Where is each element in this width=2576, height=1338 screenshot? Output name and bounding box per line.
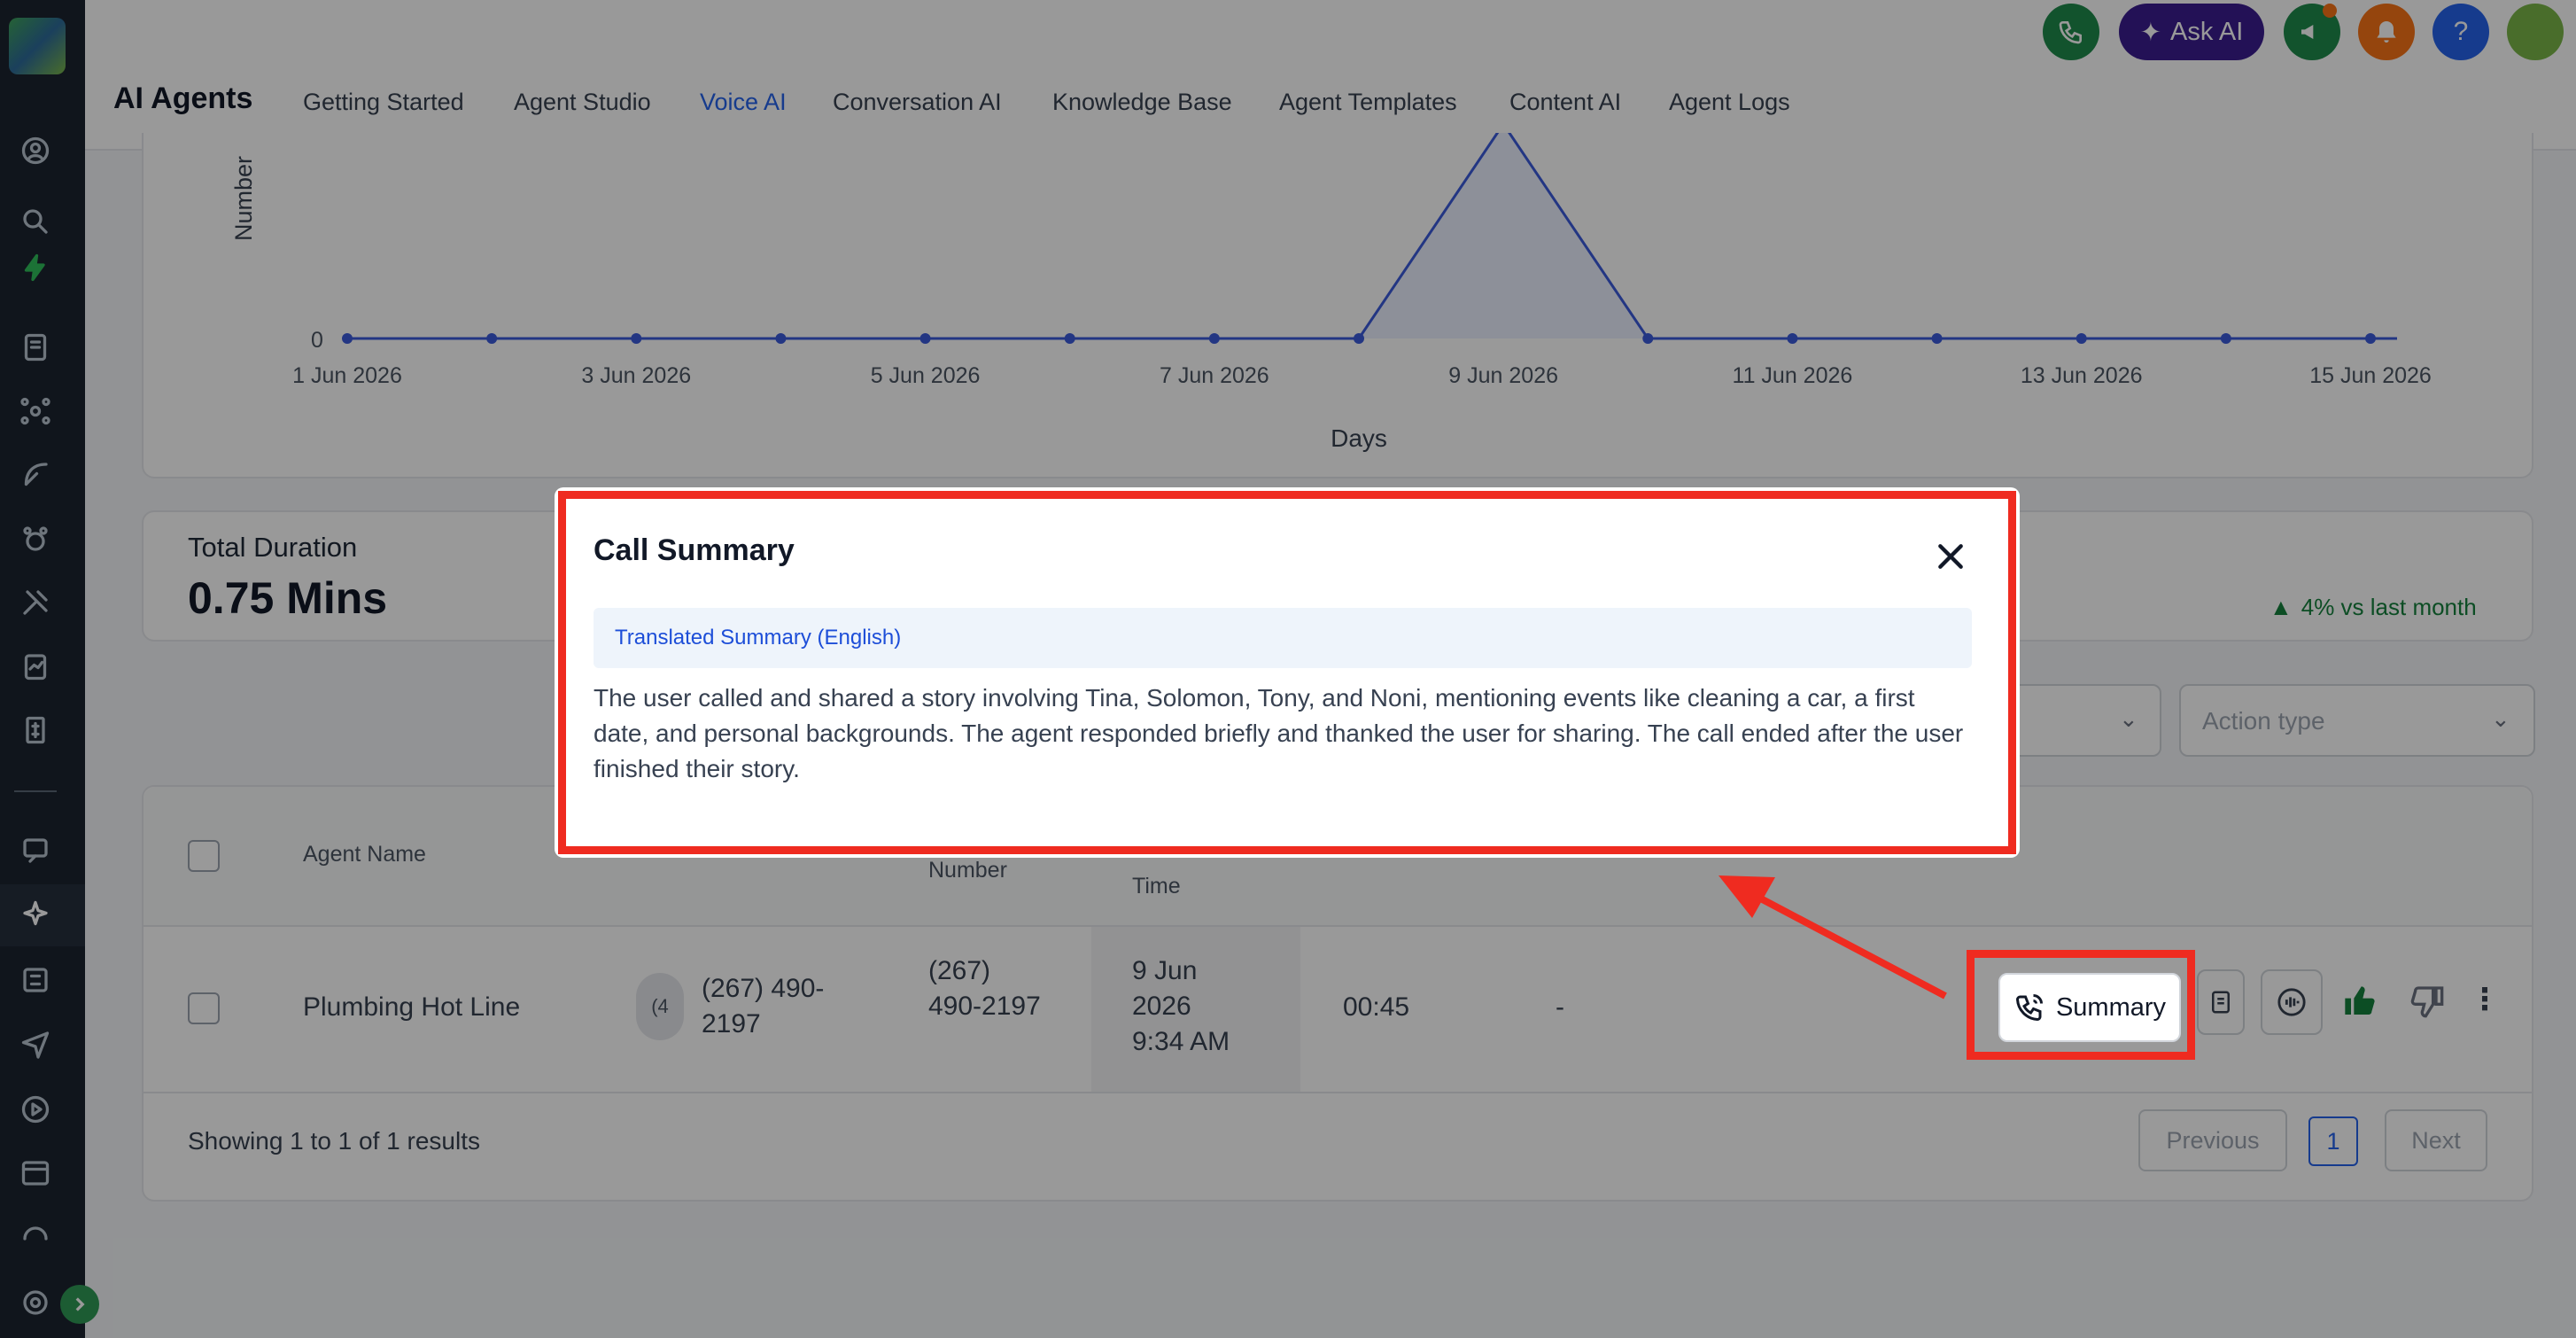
modal-title: Call Summary: [594, 533, 795, 567]
translated-summary-tag: Translated Summary (English): [594, 608, 1972, 668]
summary-text: The user called and shared a story invol…: [594, 684, 1964, 782]
close-icon[interactable]: [1933, 539, 1968, 574]
call-summary-modal: Call Summary Translated Summary (English…: [555, 487, 2020, 858]
